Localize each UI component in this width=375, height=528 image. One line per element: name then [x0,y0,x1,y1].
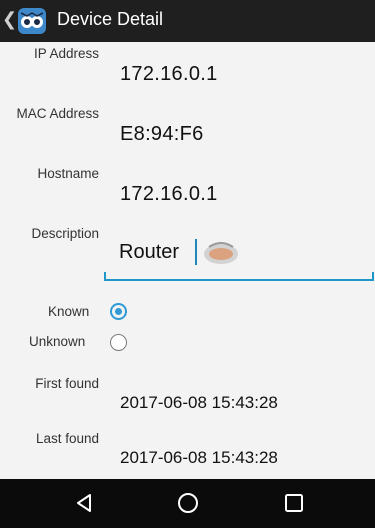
first-found-label: First found [35,376,99,391]
system-nav-bar [0,479,375,528]
watermark-logo-icon [204,242,238,264]
square-recents-icon[interactable] [282,491,306,515]
circle-home-icon[interactable] [176,491,200,515]
mac-address-value: E8:94:F6 [120,123,204,145]
description-value[interactable]: Router [119,241,179,264]
field-edge-right [372,272,374,280]
last-found-value: 2017-06-08 15:43:28 [120,448,278,467]
device-detail-content: IP Address 172.16.0.1 MAC Address E8:94:… [0,42,375,479]
triangle-back-icon[interactable] [72,491,96,515]
radio-label-unknown: Unknown [29,334,86,349]
description-field[interactable]: Router [104,227,374,281]
field-edge-left [104,272,106,280]
hostname-value: 172.16.0.1 [120,183,218,205]
chevron-left-icon[interactable]: ❮ [2,9,17,30]
app-bar: ❮ Device Detail [0,0,375,42]
radio-known[interactable] [110,303,127,320]
hostname-label: Hostname [37,166,99,181]
owl-eyes-logo-icon [18,8,46,34]
text-caret [195,239,197,265]
radio-unknown[interactable] [110,334,127,351]
ip-address-label: IP Address [33,46,99,61]
radio-label-known: Known [48,304,90,319]
last-found-label: Last found [35,431,99,446]
page-title: Device Detail [57,9,164,29]
first-found-value: 2017-06-08 15:43:28 [120,393,278,412]
mac-address-label: MAC Address [16,106,99,121]
ip-address-value: 172.16.0.1 [120,63,218,85]
description-label: Description [31,226,99,241]
